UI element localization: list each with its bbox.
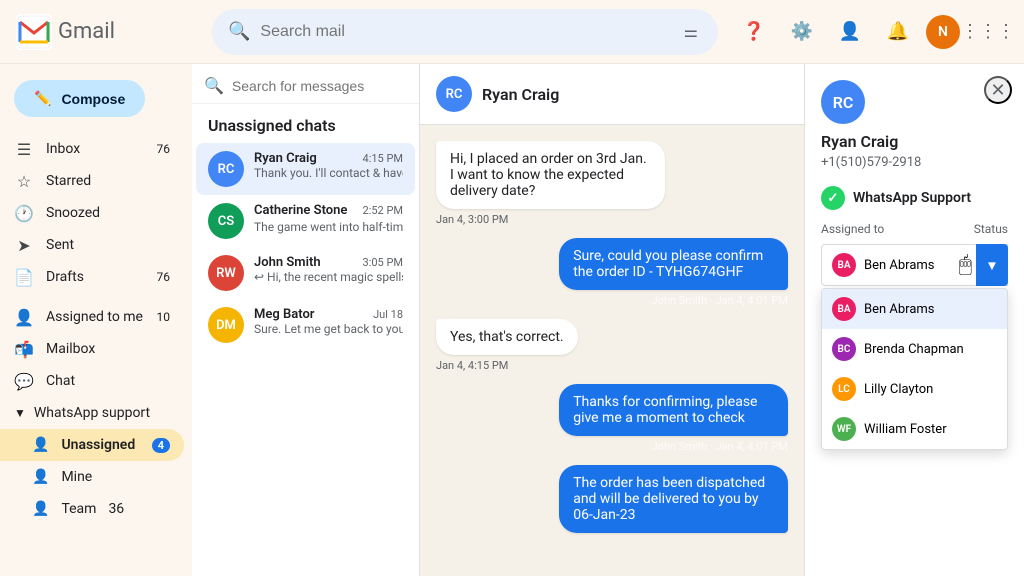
avatar-ryan-craig: RC (208, 151, 244, 187)
message-4: Thanks for confirming, please give me a … (559, 384, 788, 453)
search-messages-input[interactable] (232, 78, 413, 94)
apps-button[interactable]: ⋮⋮⋮ (968, 12, 1008, 52)
contacts-button[interactable]: 👤 (830, 12, 870, 52)
clock-icon: 🕐 (14, 204, 34, 223)
chat-icon: 💬 (14, 372, 34, 391)
contact-name: Ryan Craig (821, 132, 1008, 151)
top-bar: Gmail 🔍 ⚌ ❓ ⚙️ 👤 🔔 N ⋮⋮⋮ (0, 0, 1024, 64)
sidebar-item-mailbox[interactable]: 📬 Mailbox (0, 333, 184, 365)
search-messages-icon: 🔍 (204, 76, 224, 95)
dropdown-arrow-button[interactable]: ▼ (976, 244, 1008, 286)
sidebar-item-assigned[interactable]: 👤 Assigned to me 10 (0, 301, 184, 333)
search-bar[interactable]: 🔍 ⚌ (212, 9, 718, 55)
mine-icon: 👤 (32, 469, 49, 485)
bubble-4: Thanks for confirming, please give me a … (559, 384, 788, 436)
contact-avatar: RC (821, 80, 865, 124)
avatar-brenda: BC (832, 337, 856, 361)
right-panel: ✕ RC Ryan Craig +1(510)579-2918 ✓ WhatsA… (804, 64, 1024, 576)
gmail-logo: Gmail (16, 14, 196, 50)
chat-search-bar: 🔍 (192, 64, 419, 104)
chat-item-john-smith[interactable]: RW John Smith 3:05 PM ↩ Hi, the recent m… (196, 247, 415, 299)
sidebar-item-chat[interactable]: 💬 Chat (0, 365, 184, 397)
bubble-2: Sure, could you please confirm the order… (559, 238, 788, 290)
message-3: Yes, that's correct. Jan 4, 4:15 PM (436, 319, 578, 372)
help-button[interactable]: ❓ (734, 12, 774, 52)
message-1: Hi, I placed an order on 3rd Jan. I want… (436, 141, 665, 226)
assignee-dropdown[interactable]: BA Ben Abrams ▼ BA Ben Abrams BC Brenda … (821, 244, 1008, 286)
compose-button[interactable]: ✏️ Compose (14, 80, 145, 117)
selected-avatar: BA (832, 253, 856, 277)
bubble-5: The order has been dispatched and will b… (559, 465, 788, 533)
chat-item-catherine-stone[interactable]: CS Catherine Stone 2:52 PM The game went… (196, 195, 415, 247)
whatsapp-section: ✓ WhatsApp Support (821, 186, 1008, 210)
chat-header: RC Ryan Craig (420, 64, 804, 125)
message-2: Sure, could you please confirm the order… (559, 238, 788, 307)
team-icon: 👤 (32, 501, 49, 517)
sidebar-item-team[interactable]: 👤 Team 36 (0, 493, 184, 525)
header-avatar: RC (436, 76, 472, 112)
chat-main: RC Ryan Craig Hi, I placed an order on 3… (420, 64, 804, 576)
whatsapp-icon: ✓ (821, 186, 845, 210)
chevron-down-icon: ▼ (14, 406, 26, 420)
sidebar-item-starred[interactable]: ☆ Starred (0, 165, 184, 197)
close-panel-button[interactable]: ✕ (984, 76, 1012, 104)
avatar-john-smith: RW (208, 255, 244, 291)
sidebar: ✏️ Compose ☰ Inbox 76 ☆ Starred 🕐 Snooze… (0, 64, 192, 576)
bubble-3: Yes, that's correct. (436, 319, 578, 355)
compose-icon: ✏️ (34, 90, 51, 107)
chat-info-ryan-craig: Ryan Craig 4:15 PM Thank you. I'll conta… (254, 151, 403, 180)
bubble-1: Hi, I placed an order on 3rd Jan. I want… (436, 141, 665, 209)
top-bar-icons: ❓ ⚙️ 👤 🔔 N ⋮⋮⋮ (734, 12, 1008, 52)
sent-icon: ➤ (14, 236, 34, 255)
contact-phone: +1(510)579-2918 (821, 155, 1008, 170)
message-5: The order has been dispatched and will b… (559, 465, 788, 533)
dropdown-item-william[interactable]: WF William Foster (822, 409, 1007, 449)
avatar-catherine-stone: CS (208, 203, 244, 239)
chat-messages: Hi, I placed an order on 3rd Jan. I want… (420, 125, 804, 576)
avatar-lilly: LC (832, 377, 856, 401)
main-layout: ✏️ Compose ☰ Inbox 76 ☆ Starred 🕐 Snooze… (0, 64, 1024, 576)
drafts-icon: 📄 (14, 268, 34, 287)
avatar-ben: BA (832, 297, 856, 321)
sidebar-item-sent[interactable]: ➤ Sent (0, 229, 184, 261)
sidebar-item-unassigned[interactable]: 👤 Unassigned 4 (0, 429, 184, 461)
dropdown-item-lilly[interactable]: LC Lilly Clayton (822, 369, 1007, 409)
filter-icon[interactable]: ⚌ (680, 18, 702, 45)
chat-item-meg-bator[interactable]: DM Meg Bator Jul 18 Sure. Let me get bac… (196, 299, 415, 351)
dropdown-menu: BA Ben Abrams BC Brenda Chapman LC Lilly… (821, 288, 1008, 450)
assign-row: Assigned to Status (821, 222, 1008, 236)
whatsapp-section-header[interactable]: ▼ WhatsApp support (0, 397, 192, 429)
sidebar-item-inbox[interactable]: ☰ Inbox 76 (0, 133, 184, 165)
settings-button[interactable]: ⚙️ (782, 12, 822, 52)
avatar-meg-bator: DM (208, 307, 244, 343)
sidebar-item-mine[interactable]: 👤 Mine (0, 461, 184, 493)
dropdown-item-brenda[interactable]: BC Brenda Chapman (822, 329, 1007, 369)
mailbox-icon: 📬 (14, 340, 34, 359)
unassigned-icon: 👤 (32, 437, 49, 453)
search-icon: 🔍 (228, 21, 250, 42)
user-avatar[interactable]: N (926, 15, 960, 49)
gmail-text: Gmail (58, 19, 115, 44)
person-icon: 👤 (14, 308, 34, 327)
notifications-button[interactable]: 🔔 (878, 12, 918, 52)
sidebar-item-snoozed[interactable]: 🕐 Snoozed (0, 197, 184, 229)
gmail-logo-icon (16, 14, 52, 50)
dropdown-item-ben[interactable]: BA Ben Abrams (822, 289, 1007, 329)
chat-item-ryan-craig[interactable]: RC Ryan Craig 4:15 PM Thank you. I'll co… (196, 143, 415, 195)
inbox-icon: ☰ (14, 140, 34, 159)
chat-list-panel: 🔍 Unassigned chats RC Ryan Craig 4:15 PM… (192, 64, 420, 576)
search-input[interactable] (260, 23, 669, 41)
sidebar-item-drafts[interactable]: 📄 Drafts 76 (0, 261, 184, 293)
star-icon: ☆ (14, 172, 34, 191)
header-name: Ryan Craig (482, 85, 559, 104)
avatar-william: WF (832, 417, 856, 441)
chat-list-title: Unassigned chats (192, 104, 419, 143)
